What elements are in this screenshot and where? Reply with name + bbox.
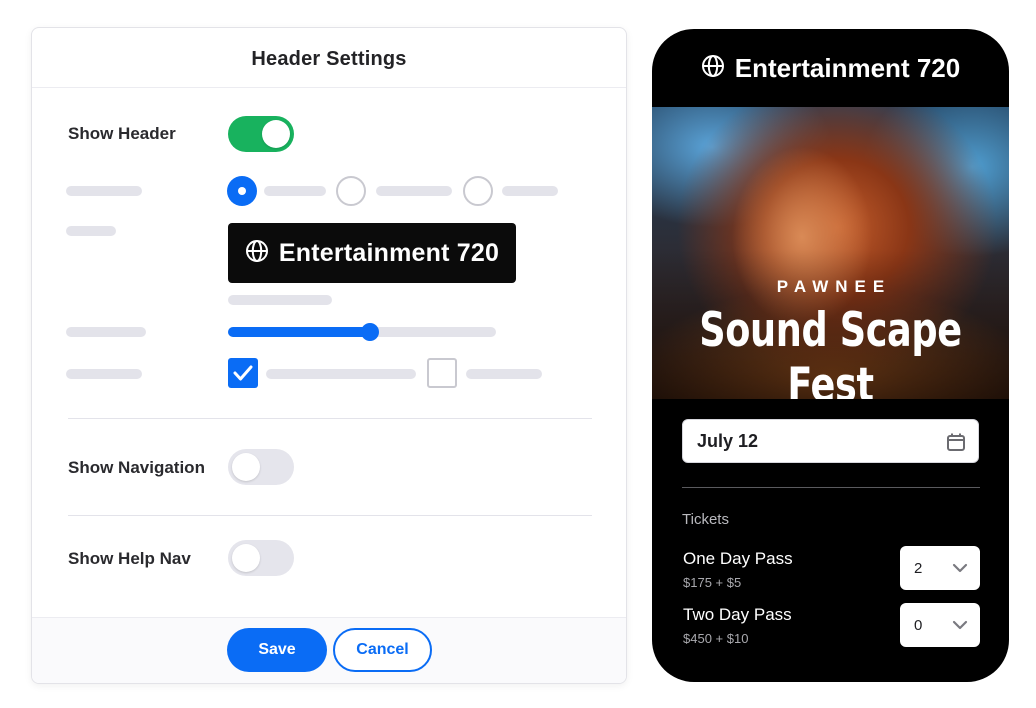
toggle-knob [232,544,260,572]
option-checkbox-2[interactable] [427,358,457,388]
ticket-name: One Day Pass [683,549,793,568]
ticket-quantity-select[interactable]: 0 [900,603,980,647]
phone-divider [682,487,980,488]
show-navigation-label: Show Navigation [68,458,205,477]
panel-footer: Save Cancel [32,617,626,683]
header-settings-panel: Header Settings Show Header Entertainmen… [31,27,627,684]
show-header-label: Show Header [68,124,176,143]
section-divider [68,418,592,419]
brand-preview-text: Entertainment 720 [278,238,500,267]
placeholder-text [266,369,416,379]
placeholder-text [264,186,326,196]
slider-fill [228,327,371,337]
style-radio-3[interactable] [463,176,493,206]
placeholder-text [502,186,558,196]
phone-header: Entertainment 720 [652,29,1009,107]
ticket-name: Two Day Pass [683,605,792,624]
show-help-nav-label: Show Help Nav [68,549,191,568]
placeholder-caption [228,295,332,305]
date-field[interactable]: July 12 [682,419,979,463]
ticket-price: $450 + $10 [683,631,749,646]
ticket-price: $175 + $5 [683,575,742,590]
show-navigation-toggle[interactable] [228,449,294,485]
phone-brand-text: Entertainment 720 [734,52,961,83]
quantity-value: 0 [914,616,923,634]
chevron-down-icon [952,561,968,580]
checkmark-icon [233,365,253,381]
tickets-label: Tickets [682,511,729,528]
placeholder-text [466,369,542,379]
date-value: July 12 [697,430,759,451]
option-checkbox-1[interactable] [228,358,258,388]
phone-preview: Entertainment 720 PAWNEE Sound Scape Fes… [652,29,1009,682]
chevron-down-icon [952,618,968,637]
panel-title: Header Settings [251,48,407,70]
style-radio-2[interactable] [336,176,366,206]
quantity-value: 2 [914,559,923,577]
section-divider [68,515,592,516]
slider-thumb[interactable] [361,323,380,341]
globe-icon [701,54,725,83]
show-help-nav-toggle[interactable] [228,540,294,576]
hero-title: Sound Scape Fest [699,303,962,399]
hero-kicker: PAWNEE [776,277,892,296]
toggle-knob [262,120,290,148]
placeholder-label [66,226,116,236]
show-header-toggle[interactable] [228,116,294,152]
placeholder-label [66,369,142,379]
ticket-quantity-select[interactable]: 2 [900,546,980,590]
style-radio-1[interactable] [227,176,257,206]
save-button[interactable]: Save [227,628,327,672]
calendar-icon [946,432,966,457]
brand-preview: Entertainment 720 [228,223,516,283]
size-slider[interactable] [228,323,496,341]
panel-header: Header Settings [32,28,626,88]
hero-banner: PAWNEE Sound Scape Fest [652,107,1009,399]
globe-icon [245,239,269,268]
placeholder-label [66,186,142,196]
toggle-knob [232,453,260,481]
placeholder-label [66,327,146,337]
cancel-button[interactable]: Cancel [333,628,432,672]
placeholder-text [376,186,452,196]
